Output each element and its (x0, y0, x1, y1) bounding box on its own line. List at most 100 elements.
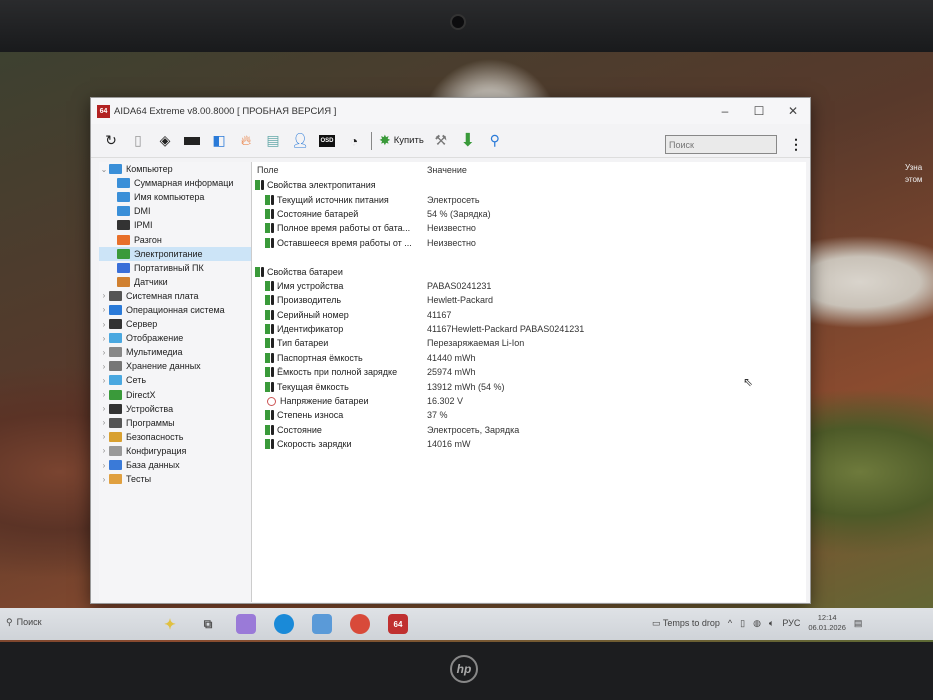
search-input[interactable] (665, 135, 777, 154)
network-icon[interactable]: ◧ (209, 131, 229, 151)
chevron-right-icon[interactable]: › (99, 362, 109, 371)
table-row[interactable]: Паспортная ёмкость 41440 mWh (252, 351, 806, 365)
tree-item[interactable]: › Тесты (99, 472, 251, 486)
tree-item[interactable]: › Сервер (99, 317, 251, 331)
gauge-icon[interactable]: ◔ (344, 131, 364, 151)
group-row[interactable]: Свойства электропитания (252, 178, 806, 192)
column-header-value[interactable]: Значение (427, 165, 467, 175)
tree-item[interactable]: › Конфигурация (99, 444, 251, 458)
battery-icon (265, 223, 270, 234)
search-icon[interactable]: ⚲ (485, 131, 505, 151)
tree-item[interactable]: › Системная плата (99, 289, 251, 303)
tree-item[interactable]: Имя компьютера (99, 190, 251, 204)
tree-item[interactable]: › Мультимедиа (99, 345, 251, 359)
osd-icon[interactable]: OSD (317, 131, 337, 151)
tree-item-icon (109, 333, 122, 344)
weather-widget[interactable]: ▭ Temps to drop (652, 618, 720, 629)
clipboard-icon[interactable]: ▤ (263, 131, 283, 151)
copilot-icon[interactable]: ✦ (160, 614, 180, 634)
tree-item-icon (117, 220, 130, 231)
tree-item[interactable]: IPMI (99, 218, 251, 232)
chevron-right-icon[interactable]: › (99, 320, 109, 329)
store-icon[interactable] (312, 614, 332, 634)
tools-icon[interactable]: ⚒ (431, 131, 451, 151)
chevron-right-icon[interactable]: › (99, 390, 109, 399)
side-text-2: этом (905, 175, 923, 184)
chevron-right-icon[interactable]: › (99, 305, 109, 314)
tree-item[interactable]: Портативный ПК (99, 261, 251, 275)
user-icon[interactable]: 👤︎ (290, 131, 310, 151)
tree-item[interactable]: › Программы (99, 416, 251, 430)
task-view-icon[interactable]: ⧉ (198, 614, 218, 634)
edge-icon[interactable] (274, 614, 294, 634)
table-row[interactable]: Имя устройства PABAS0241231 (252, 279, 806, 293)
clock[interactable]: 12:14 06.01.2026 (808, 613, 846, 633)
memory-icon[interactable] (182, 131, 202, 151)
chevron-right-icon[interactable]: › (99, 376, 109, 385)
chevron-right-icon[interactable]: › (99, 446, 109, 455)
tree-item[interactable]: › Хранение данных (99, 359, 251, 373)
table-row[interactable]: Оставшееся время работы от ... Неизвестно (252, 236, 806, 250)
table-row[interactable]: Ёмкость при полной зарядке 25974 mWh (252, 365, 806, 379)
buy-button[interactable]: ✸ Купить (379, 132, 424, 149)
tree-item[interactable]: Разгон (99, 232, 251, 246)
tree-item[interactable]: › Отображение (99, 331, 251, 345)
tree-item[interactable]: ⌄ Компьютер (99, 162, 251, 176)
chevron-right-icon[interactable]: › (99, 291, 109, 300)
copilot-app-icon[interactable] (236, 614, 256, 634)
flame-icon[interactable]: 🔥︎ (236, 131, 256, 151)
report-icon[interactable]: ▯ (128, 131, 148, 151)
tree-item[interactable]: Суммарная информаци (99, 176, 251, 190)
table-row[interactable]: Серийный номер 41167 (252, 308, 806, 322)
minimize-button[interactable]: – (708, 104, 742, 118)
download-arrow-icon[interactable]: ⬇ (458, 130, 478, 151)
battery-tray-icon[interactable]: ▯ (740, 618, 745, 629)
tree-item[interactable]: › Сеть (99, 373, 251, 387)
table-row[interactable]: Состояние Электросеть, Зарядка (252, 423, 806, 437)
chevron-down-icon[interactable]: ⌄ (99, 165, 109, 174)
network-tray-icon[interactable]: ◍ (753, 618, 761, 629)
close-button[interactable]: ✕ (776, 104, 810, 118)
table-row[interactable]: Текущая ёмкость 13912 mWh (54 %) (252, 379, 806, 393)
table-row[interactable]: Текущий источник питания Электросеть (252, 192, 806, 206)
chevron-right-icon[interactable]: › (99, 404, 109, 413)
table-row[interactable]: Полное время работы от бата... Неизвестно (252, 221, 806, 235)
table-row[interactable]: Степень износа 37 % (252, 408, 806, 422)
more-menu-icon[interactable]: ⋮ (789, 136, 803, 153)
tree-item-icon (117, 234, 130, 245)
volume-icon[interactable]: 🔈︎ (769, 618, 774, 629)
disk-icon[interactable]: ◈ (155, 131, 175, 151)
refresh-icon[interactable]: ↻ (101, 131, 121, 151)
tree-item[interactable]: › База данных (99, 458, 251, 472)
group-row[interactable]: Свойства батареи (252, 264, 806, 278)
table-row[interactable]: Напряжение батареи 16.302 V (252, 394, 806, 408)
table-row[interactable]: Производитель Hewlett-Packard (252, 293, 806, 307)
table-row[interactable] (252, 250, 806, 264)
tree-item[interactable]: Датчики (99, 275, 251, 289)
chevron-right-icon[interactable]: › (99, 348, 109, 357)
chevron-right-icon[interactable]: › (99, 475, 109, 484)
language-indicator[interactable]: РУС (782, 618, 800, 628)
chevron-right-icon[interactable]: › (99, 461, 109, 470)
column-header-field[interactable]: Поле (252, 165, 427, 175)
chrome-icon[interactable] (350, 614, 370, 634)
table-row[interactable]: Состояние батарей 54 % (Зарядка) (252, 207, 806, 221)
taskbar-search[interactable]: ⚲ Поиск (6, 617, 42, 628)
chevron-right-icon[interactable]: › (99, 432, 109, 441)
table-row[interactable]: Тип батареи Перезаряжаемая Li-Ion (252, 336, 806, 350)
table-row[interactable]: Идентификатор 41167Hewlett-Packard PABAS0… (252, 322, 806, 336)
tray-chevron-icon[interactable]: ^ (728, 618, 732, 628)
maximize-button[interactable]: ☐ (742, 104, 776, 118)
notifications-icon[interactable]: ▤ (854, 618, 863, 629)
tree-item[interactable]: DMI (99, 204, 251, 218)
tree-item[interactable]: › Устройства (99, 402, 251, 416)
chevron-right-icon[interactable]: › (99, 334, 109, 343)
title-bar[interactable]: 64 AIDA64 Extreme v8.00.8000 [ ПРОБНАЯ В… (91, 98, 810, 124)
tree-item[interactable]: › Безопасность (99, 430, 251, 444)
chevron-right-icon[interactable]: › (99, 418, 109, 427)
tree-item[interactable]: Электропитание (99, 246, 251, 261)
table-row[interactable]: Скорость зарядки 14016 mW (252, 437, 806, 451)
aida64-taskbar-icon[interactable]: 64 (388, 614, 408, 634)
tree-item[interactable]: › Операционная система (99, 303, 251, 317)
tree-item[interactable]: › DirectX (99, 388, 251, 402)
